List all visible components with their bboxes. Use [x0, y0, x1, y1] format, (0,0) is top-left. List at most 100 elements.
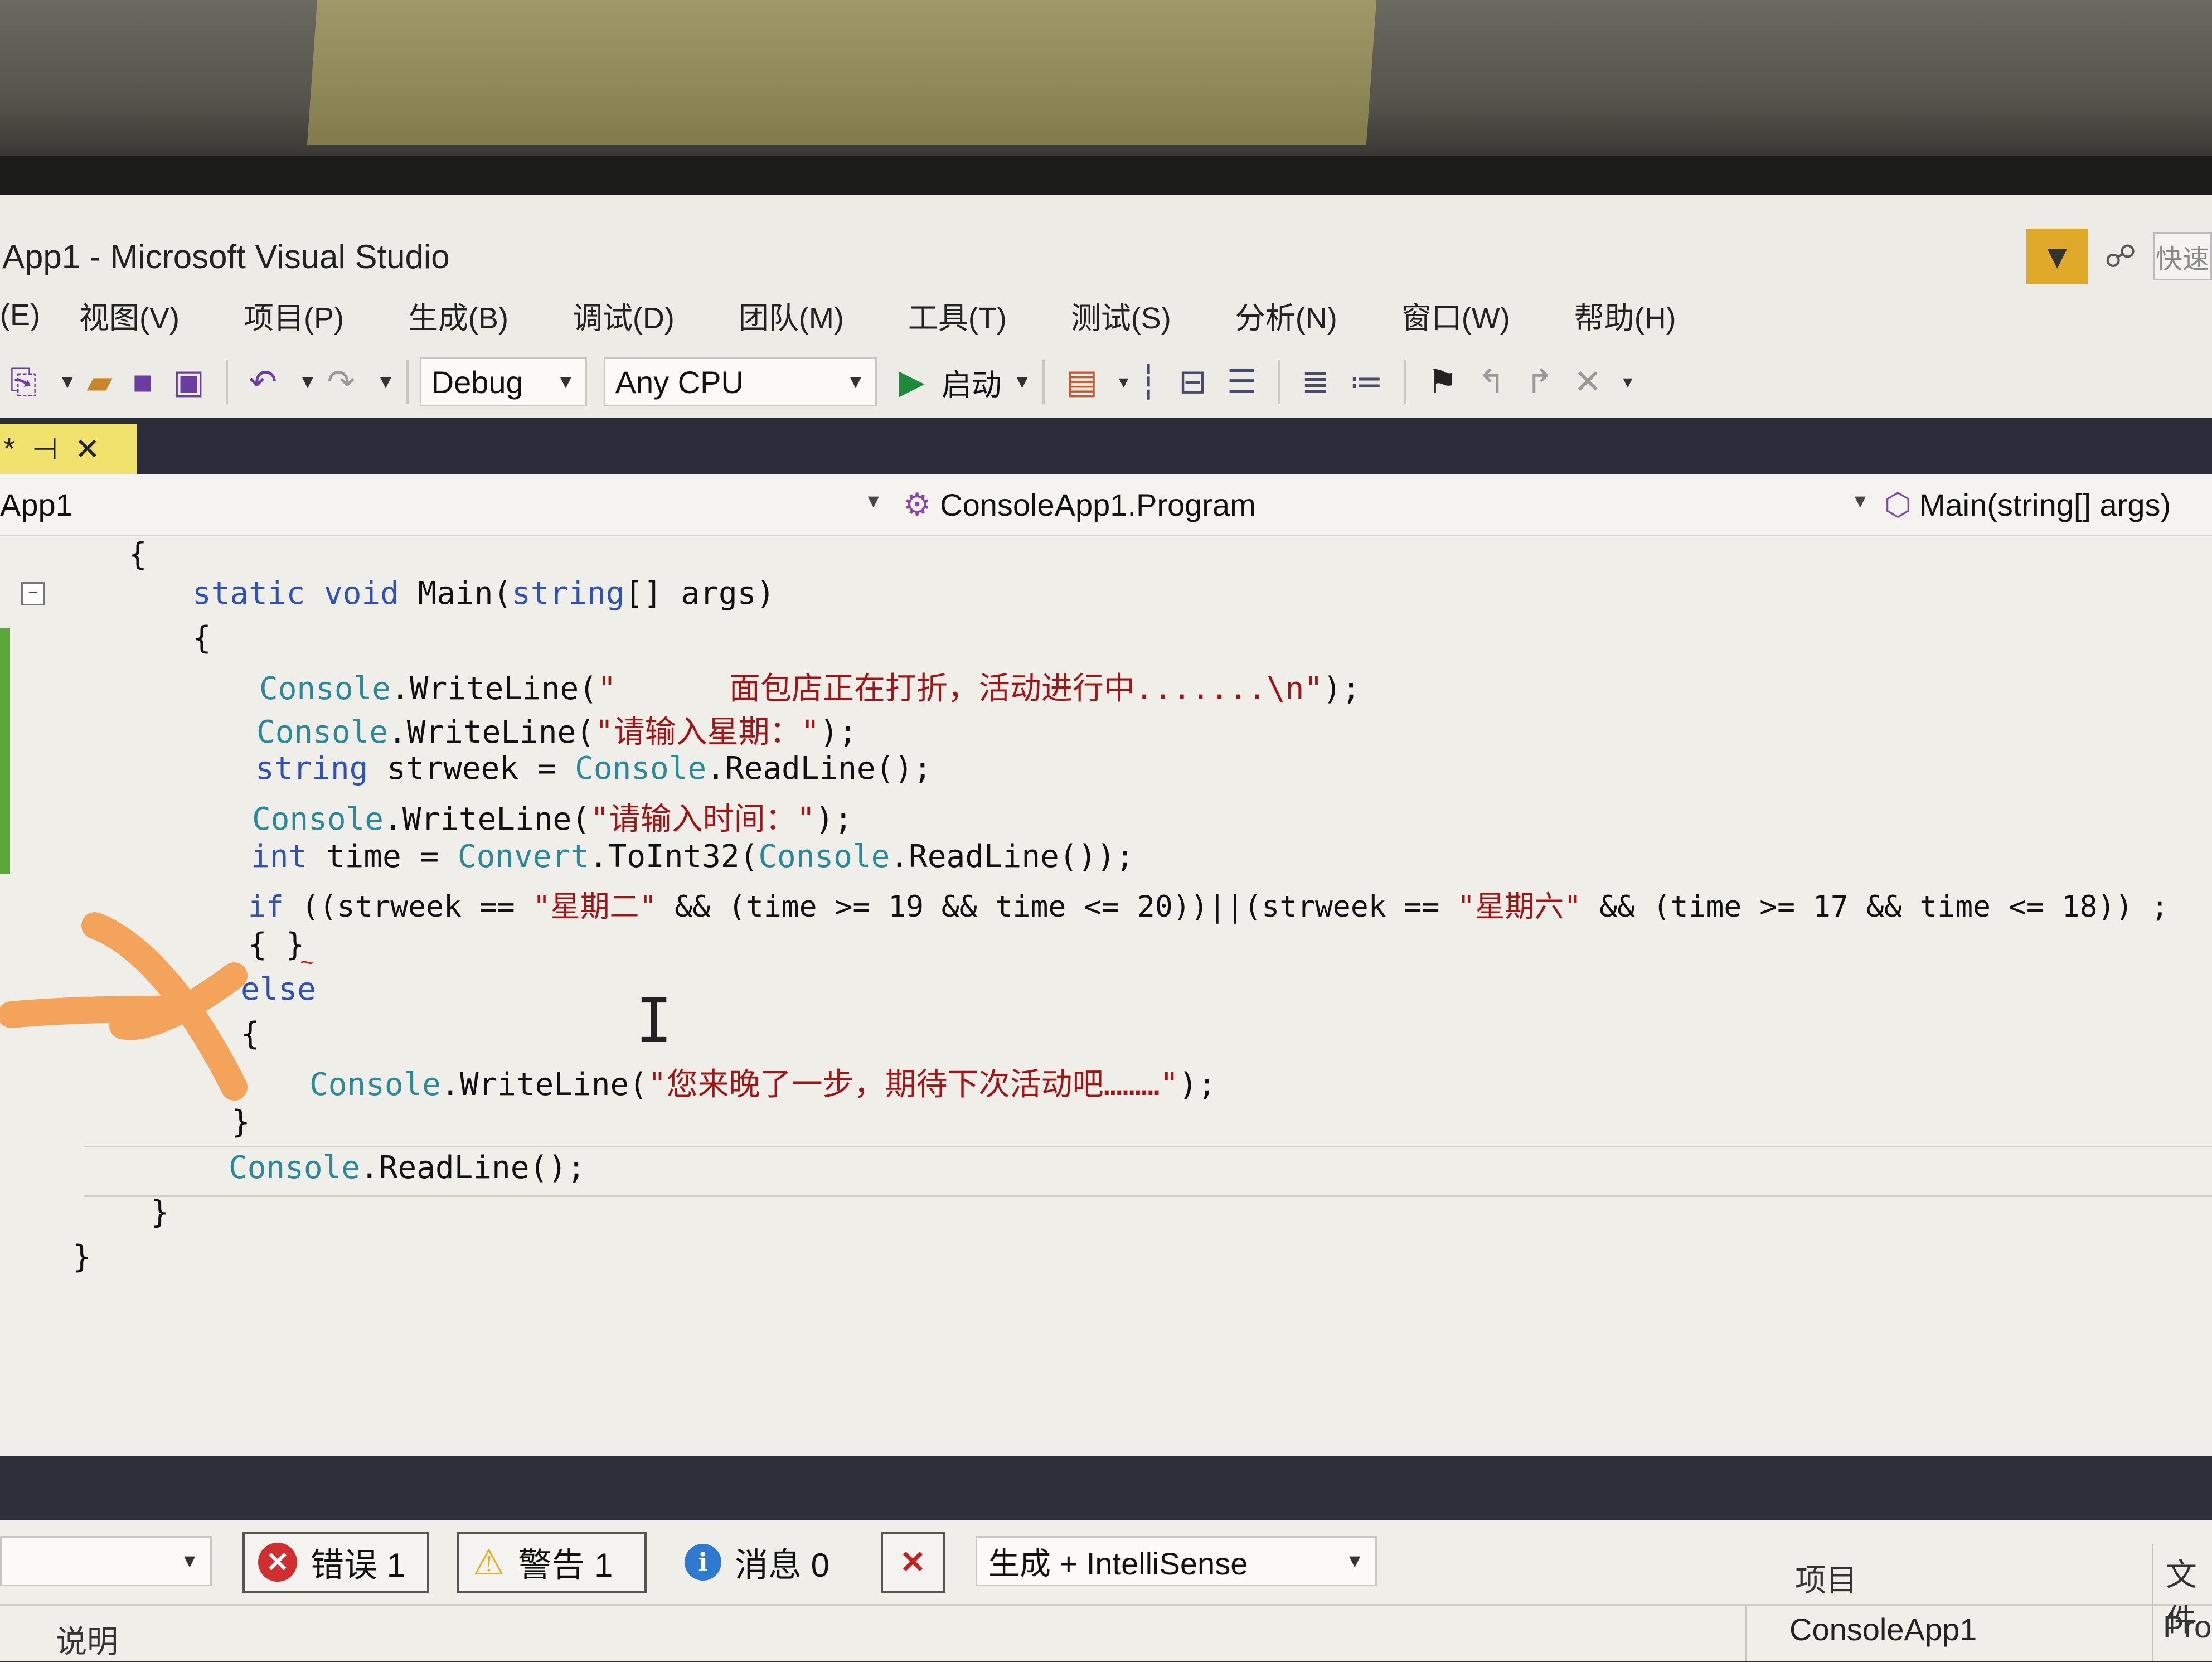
window-title: App1 - Microsoft Visual Studio	[2, 238, 450, 275]
column-divider[interactable]	[2152, 1544, 2153, 1661]
warnings-count: 警告 1	[518, 1546, 613, 1584]
browser-link-icon[interactable]: ▤	[1066, 362, 1098, 401]
row-file-value: Pro	[2163, 1609, 2212, 1644]
start-button[interactable]: ▶ 启动 ▼	[899, 360, 1032, 404]
clear-filter-button[interactable]: ✕	[881, 1532, 945, 1593]
menu-team[interactable]: 团队(M)	[739, 293, 844, 337]
toolbar-overflow-icon[interactable]: ▾	[1623, 371, 1632, 393]
code-line: }	[151, 1194, 169, 1230]
pin-icon[interactable]: ⊣	[32, 432, 58, 467]
messages-filter-button[interactable]: i 消息 0	[669, 1532, 858, 1593]
solution-config-value: Debug	[431, 364, 523, 400]
quick-launch-input[interactable]: 快速	[2153, 232, 2212, 280]
next-bookmark-icon[interactable]: ↱	[1526, 362, 1554, 401]
column-project[interactable]: 项目	[1795, 1556, 1857, 1601]
menu-debug[interactable]: 调试(D)	[573, 293, 675, 337]
toolbar-separator	[1404, 360, 1406, 404]
member-name: Main(string[] args)	[1919, 487, 2171, 522]
messages-count: 消息 0	[735, 1546, 830, 1584]
menu-analyze[interactable]: 分析(N)	[1235, 293, 1337, 337]
bookmark-icon[interactable]: ⚑	[1428, 362, 1458, 401]
visual-studio-window: App1 - Microsoft Visual Studio ▼ ☍ 快速 (E…	[0, 195, 2212, 1662]
standard-toolbar: ⎘ ▼ ▰ ■ ▣ ↶ ▼ ↷ ▼ Debug ▼ Any CPU ▼ ▶ 启动…	[0, 348, 2212, 415]
chevron-down-icon[interactable]: ▼	[58, 371, 77, 393]
build-intellisense-select[interactable]: 生成 + IntelliSense ▼	[976, 1536, 1377, 1586]
menu-view[interactable]: 视图(V)	[79, 293, 180, 337]
menu-test[interactable]: 测试(S)	[1071, 293, 1171, 337]
code-line: Console.WriteLine("您来晚了一步，期待下次活动吧………");	[309, 1067, 1216, 1103]
class-dropdown[interactable]: ⚙ ConsoleApp1.Program	[903, 481, 1873, 529]
new-project-icon[interactable]: ⎘	[10, 362, 37, 401]
background-paper	[307, 0, 1377, 145]
column-divider[interactable]	[1745, 1606, 1747, 1661]
chevron-down-icon[interactable]: ▼	[298, 371, 317, 393]
title-bar: App1 - Microsoft Visual Studio ▼ ☍ 快速	[0, 229, 2212, 284]
build-scope-value: 生成 + IntelliSense	[988, 1545, 1248, 1581]
save-all-icon[interactable]: ▣	[173, 362, 205, 401]
project-name: App1	[0, 487, 73, 522]
play-icon: ▶	[899, 363, 925, 400]
filter-clear-icon: ✕	[900, 1544, 926, 1579]
chevron-down-icon: ▼	[1012, 371, 1032, 393]
notification-flag-icon[interactable]: ▼	[2026, 229, 2088, 284]
platform-select[interactable]: Any CPU ▼	[603, 357, 877, 406]
redo-icon[interactable]: ↷	[327, 362, 355, 401]
navigation-bar: App1 ▼ ⚙ ConsoleApp1.Program ▼ ⬡ Main(st…	[0, 474, 2212, 537]
code-line: int time = Convert.ToInt32(Console.ReadL…	[251, 839, 1134, 875]
open-folder-icon[interactable]: ▰	[87, 362, 113, 401]
panel-splitter[interactable]	[0, 1456, 2212, 1520]
error-scope-select[interactable]: ▼	[0, 1536, 212, 1586]
tab-program-cs[interactable]: * ⊣ ✕	[0, 424, 137, 474]
platform-value: Any CPU	[615, 364, 744, 400]
close-icon[interactable]: ✕	[75, 432, 100, 467]
error-list-header: 说明 项目 ConsoleApp1 文件 Pro	[0, 1544, 2212, 1662]
project-dropdown[interactable]: App1	[0, 481, 886, 529]
toolbar-separator	[406, 360, 409, 404]
code-line: }	[72, 1239, 91, 1275]
errors-count: 错误 1	[311, 1546, 406, 1584]
menu-help[interactable]: 帮助(H)	[1574, 293, 1676, 337]
chevron-down-icon: ▼	[180, 1550, 199, 1572]
comment-icon[interactable]: ≔	[1350, 362, 1383, 401]
menu-window[interactable]: 窗口(W)	[1401, 293, 1510, 337]
solution-config-select[interactable]: Debug ▼	[419, 357, 587, 406]
prev-bookmark-icon[interactable]: ↰	[1478, 362, 1506, 401]
chevron-down-icon[interactable]: ▾	[1119, 371, 1128, 393]
feedback-icon[interactable]: ☍	[2104, 238, 2136, 275]
outline-icon[interactable]: ⊟	[1178, 362, 1206, 401]
error-list-toolbar: ▼ ✕ 错误 1 ⚠ 警告 1 i 消息 0 ✕ 生成 + IntelliSen…	[0, 1520, 2212, 1604]
monitor-bezel	[0, 156, 2212, 201]
text-cursor-icon: I	[636, 985, 673, 1057]
step-icon[interactable]: ┆	[1138, 362, 1158, 401]
toggle-icon[interactable]: ☰	[1227, 362, 1257, 401]
errors-filter-button[interactable]: ✕ 错误 1	[242, 1532, 429, 1593]
code-line: {	[128, 536, 147, 573]
member-dropdown[interactable]: ⬡ Main(string[] args)	[1884, 481, 2212, 529]
code-line: {	[192, 620, 211, 656]
collapse-icon[interactable]: −	[21, 582, 45, 605]
code-line: Console.WriteLine(" 面包店正在打折，活动进行中.......…	[259, 671, 1361, 707]
chevron-down-icon: ▼	[556, 371, 575, 393]
code-editor[interactable]: − { static void Main(string[] args) { Co…	[0, 536, 2212, 1456]
chevron-down-icon[interactable]: ▼	[1851, 491, 1870, 512]
menu-tools[interactable]: 工具(T)	[908, 293, 1007, 337]
save-icon[interactable]: ■	[133, 363, 153, 401]
start-label: 启动	[941, 368, 1002, 402]
toolbar-separator	[1042, 360, 1045, 404]
code-line: Console.WriteLine("请输入时间：");	[252, 801, 853, 837]
warnings-filter-button[interactable]: ⚠ 警告 1	[457, 1532, 647, 1593]
code-line: if ((strweek == "星期二" && (time >= 19 && …	[248, 890, 2169, 924]
menu-build[interactable]: 生成(B)	[408, 293, 508, 337]
indent-icon[interactable]: ≣	[1301, 362, 1329, 401]
clear-bookmark-icon[interactable]: ✕	[1574, 362, 1602, 401]
undo-icon[interactable]: ↶	[249, 362, 277, 401]
code-line: { }	[248, 927, 305, 963]
chevron-down-icon[interactable]: ▼	[864, 491, 883, 512]
chevron-down-icon: ▼	[1345, 1550, 1364, 1572]
method-icon: ⬡	[1884, 487, 1912, 522]
menu-edit[interactable]: (E)	[0, 298, 40, 332]
chevron-down-icon[interactable]: ▼	[376, 371, 395, 393]
menu-project[interactable]: 项目(P)	[244, 293, 344, 337]
tab-modified-marker: *	[3, 432, 16, 466]
column-description[interactable]: 说明	[56, 1617, 118, 1662]
